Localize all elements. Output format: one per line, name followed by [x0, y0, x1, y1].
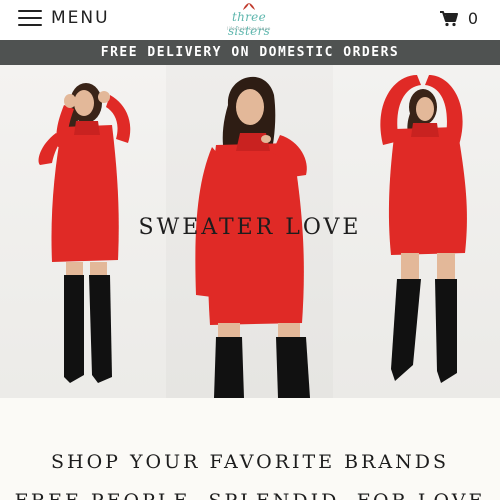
site-header: MENU three sisters lifestyle boutique 0 [0, 0, 500, 40]
menu-button[interactable]: MENU [18, 6, 110, 30]
cart-button[interactable]: 0 [439, 9, 478, 28]
cart-icon [439, 10, 458, 26]
hamburger-icon [18, 10, 42, 26]
hero-title: SWEATER LOVE [138, 215, 362, 240]
cart-count: 0 [467, 9, 478, 28]
menu-label: MENU [51, 8, 110, 28]
promo-banner[interactable]: FREE DELIVERY ON DOMESTIC ORDERS [0, 40, 500, 65]
brands-section: SHOP YOUR FAVORITE BRANDS FREE PEOPLE, S… [0, 398, 500, 500]
section-subtitle: FREE PEOPLE, SPLENDID, FOR LOVE [0, 490, 500, 500]
logo-subtext: lifestyle boutique [227, 26, 271, 31]
logo-text: three sisters [227, 10, 271, 38]
hero-banner[interactable]: SWEATER LOVE [0, 65, 500, 398]
brand-logo[interactable]: three sisters lifestyle boutique [218, 2, 280, 38]
section-title: SHOP YOUR FAVORITE BRANDS [51, 451, 449, 473]
